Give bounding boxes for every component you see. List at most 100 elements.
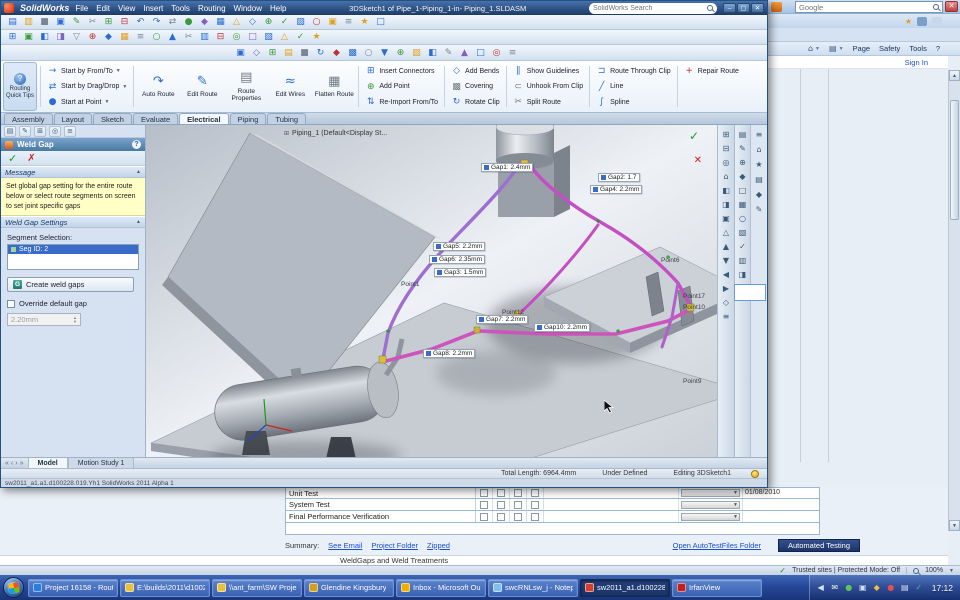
view-toolbar-icon[interactable]: △ [720, 226, 733, 238]
toolbar-icon[interactable]: ▣ [53, 16, 68, 29]
override-checkbox[interactable] [7, 300, 15, 308]
toolbar-icon[interactable]: ▲ [165, 31, 180, 44]
toolbar-icon[interactable]: ◧ [37, 31, 52, 44]
toolbar-icon[interactable]: ▦ [213, 16, 228, 29]
toolbar-icon[interactable]: ▣ [21, 31, 36, 44]
toolbar-icon[interactable]: ▤ [5, 16, 20, 29]
clock[interactable]: 17:12 [932, 583, 953, 593]
toolbar-icon[interactable]: ✎ [736, 142, 749, 154]
toolbar-icon[interactable]: ▨ [409, 46, 424, 59]
view-toolbar-icon[interactable]: ◀ [720, 268, 733, 280]
toolbar-icon[interactable]: ◎ [229, 31, 244, 44]
taskbar-button[interactable]: swcRNLsw_j - Notep... [488, 579, 578, 597]
toolbar-icon[interactable]: ◆ [736, 170, 749, 182]
toolbar-icon[interactable]: ■ [37, 16, 52, 29]
gap-value-spinner[interactable]: 2.20mm ▲▼ [7, 313, 81, 326]
toolbar-icon[interactable]: □ [245, 31, 260, 44]
toolbar-icon[interactable]: ■ [297, 46, 312, 59]
taskbar-button[interactable]: \\ant_farm\SW Proje... [212, 579, 302, 597]
toolbar-icon[interactable]: ⊞ [5, 31, 20, 44]
toolbar-icon[interactable]: ↷ [149, 16, 164, 29]
create-weld-gaps-button[interactable]: G Create weld gaps [7, 277, 134, 292]
toolbar-icon[interactable]: ▩ [345, 46, 360, 59]
start-button[interactable] [3, 577, 24, 598]
toolbar-icon[interactable]: ○ [736, 212, 749, 224]
minimize-button[interactable]: – [723, 3, 736, 13]
scroll-down-arrow[interactable]: ▼ [949, 520, 960, 531]
ribbon-button[interactable]: ⊕Add Point [362, 80, 441, 94]
task-pane-tab-icon[interactable]: ⌂ [753, 143, 766, 155]
toolbar-icon[interactable]: ▧ [736, 226, 749, 238]
taskbar-button[interactable]: sw2011_a1.d100228.0... [580, 579, 670, 597]
checkbox[interactable] [476, 511, 493, 522]
toolbar-icon[interactable]: □ [473, 46, 488, 59]
toolbar-icon[interactable]: ✎ [69, 16, 84, 29]
commandmanager-tab[interactable]: Piping [230, 113, 267, 124]
property-manager-tab-icon[interactable]: ✎ [19, 126, 31, 137]
ribbon-button[interactable]: +Repair Route [681, 64, 742, 78]
checkbox[interactable] [493, 488, 510, 498]
ribbon-button[interactable]: ∥Show Guidelines [510, 64, 586, 78]
task-pane-tab-icon[interactable]: ≡ [753, 128, 766, 140]
solidworks-search-input[interactable] [593, 5, 704, 12]
status-lamp-icon[interactable] [751, 470, 759, 478]
routing-quick-tips-button[interactable]: ? Routing Quick Tips [3, 62, 37, 111]
tray-icon[interactable]: ▤ [900, 583, 910, 592]
toolbar-icon[interactable]: ⊟ [213, 31, 228, 44]
view-toolbar-icon[interactable]: ▼ [720, 254, 733, 266]
toolbar-icon[interactable]: ◧ [425, 46, 440, 59]
checkbox[interactable] [527, 499, 544, 510]
taskbar-button[interactable]: Inbox - Microsoft Ou... [396, 579, 486, 597]
view-toolbar-icon[interactable]: ◎ [720, 156, 733, 168]
menu-item[interactable]: Help [270, 4, 286, 13]
toolbar-icon[interactable]: ▼ [377, 46, 392, 59]
checkbox[interactable] [493, 499, 510, 510]
checkbox[interactable] [493, 511, 510, 522]
view-toolbar-icon[interactable]: ⌂ [720, 170, 733, 182]
help-icon[interactable]: ? [132, 140, 141, 149]
gap-callout[interactable]: Gap6: 2.35mm [429, 255, 485, 264]
ok-check-icon[interactable]: ✓ [8, 152, 17, 165]
toolbar-icon[interactable]: ✎ [441, 46, 456, 59]
browser-close-button[interactable]: ✕ [945, 1, 958, 12]
link[interactable]: See Email [328, 541, 362, 550]
ribbon-button[interactable]: ╱Line [593, 80, 674, 94]
property-manager-tab-icon[interactable]: ⊞ [34, 126, 46, 137]
toolbar-extension-icon[interactable] [932, 17, 942, 26]
ribbon-button[interactable]: ●Start at Point▼ [44, 95, 130, 109]
commandmanager-tab[interactable]: Evaluate [133, 113, 178, 124]
scroll-up-arrow[interactable]: ▲ [949, 70, 960, 81]
gap-callout[interactable]: Gap2: 1.7 [598, 173, 640, 182]
ribbon-button[interactable]: ▦Flatten Route [313, 62, 355, 111]
tray-icon[interactable]: ▣ [858, 583, 868, 592]
toolbar-icon[interactable]: ⊞ [101, 16, 116, 29]
toolbar-icon[interactable]: ▣ [233, 46, 248, 59]
ribbon-button[interactable]: ∫Spline [593, 95, 674, 109]
task-pane-tab-icon[interactable]: ★ [753, 158, 766, 170]
toolbar-extension-icon[interactable] [917, 17, 927, 26]
ribbon-button[interactable]: ⊐Route Through Clip [593, 64, 674, 78]
task-pane-tab-icon[interactable]: ✎ [753, 203, 766, 215]
view-toolbar-icon[interactable]: ⊟ [720, 142, 733, 154]
tab-nav-arrows[interactable]: «‹›» [1, 458, 28, 468]
toolbar-icon[interactable]: ⇄ [165, 16, 180, 29]
tray-icon[interactable]: ◆ [872, 583, 882, 592]
command-menu-item[interactable]: Page [853, 44, 871, 53]
segment-selection-listbox[interactable]: Seg ID: 2 [7, 244, 139, 270]
toolbar-icon[interactable]: ≡ [133, 31, 148, 44]
spinner-arrows-icon[interactable]: ▲▼ [73, 316, 77, 324]
taskbar-button[interactable]: Project 16158 - Routi... [28, 579, 118, 597]
toolbar-icon[interactable]: ⊕ [736, 156, 749, 168]
ribbon-button[interactable]: ▤Route Properties [225, 62, 267, 111]
toolbar-icon[interactable]: ● [181, 16, 196, 29]
dropdown[interactable]: ▼ [679, 488, 743, 498]
link[interactable]: Zipped [427, 541, 450, 550]
property-manager-tab-icon[interactable]: ▤ [4, 126, 16, 137]
cancel-x-icon[interactable]: ✗ [27, 153, 35, 164]
ribbon-button[interactable]: ⊂Unhook From Clip [510, 80, 586, 94]
search-icon[interactable] [707, 5, 713, 11]
settings-section-header[interactable]: Weld Gap Settings▲ [1, 216, 145, 228]
checkbox[interactable] [510, 511, 527, 522]
ribbon-button[interactable]: ↻Rotate Clip [448, 95, 503, 109]
toolbar-icon[interactable]: ⊕ [261, 16, 276, 29]
